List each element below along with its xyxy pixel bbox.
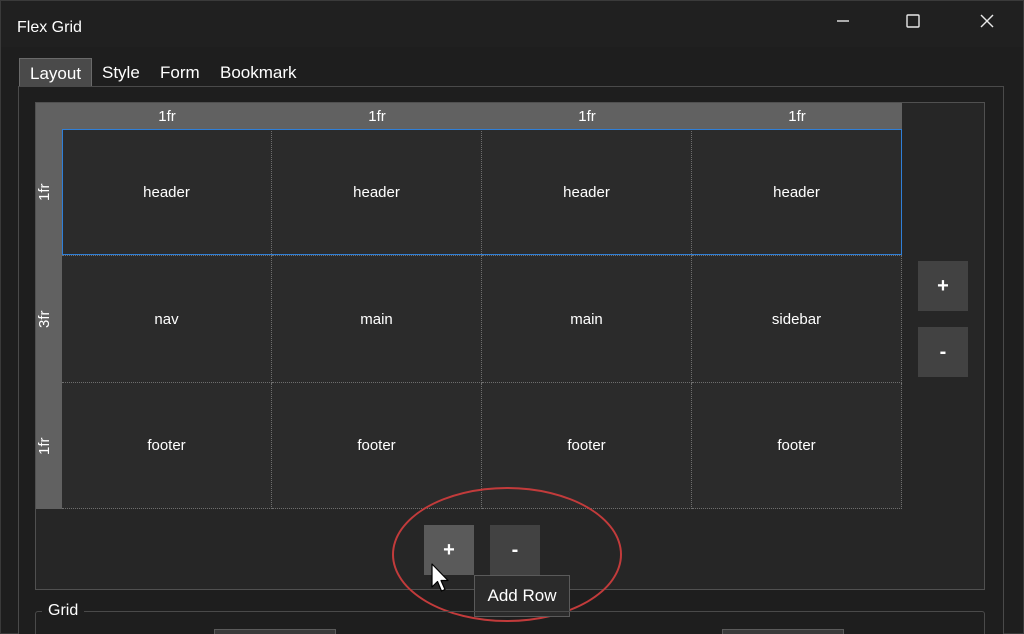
grid-setting-field[interactable] (214, 629, 336, 634)
remove-row-button[interactable]: - (490, 525, 540, 575)
remove-column-button[interactable]: - (918, 327, 968, 377)
column-size-label[interactable]: 1fr (482, 108, 692, 125)
grid-cell[interactable]: sidebar (692, 256, 902, 383)
maximize-icon (906, 14, 920, 28)
grid-cell[interactable]: footer (692, 383, 902, 509)
grid-cell[interactable]: footer (62, 383, 272, 509)
window-title: Flex Grid (17, 19, 82, 36)
tab-layout[interactable]: Layout (19, 58, 93, 88)
row-size-label[interactable]: 1fr (36, 129, 62, 255)
close-icon (980, 14, 994, 28)
mouse-cursor-icon (431, 563, 449, 592)
minimize-button[interactable] (808, 1, 878, 41)
tab-bookmark[interactable]: Bookmark (210, 58, 307, 88)
grid-cell[interactable]: nav (62, 256, 272, 383)
row-size-label[interactable]: 1fr (36, 383, 62, 509)
column-size-label[interactable]: 1fr (692, 108, 902, 125)
maximize-button[interactable] (878, 1, 948, 41)
grid-cell[interactable]: footer (482, 383, 692, 509)
grid-cell[interactable]: header (272, 129, 482, 256)
grid-cell[interactable]: main (482, 256, 692, 383)
grid-settings-legend: Grid (42, 602, 85, 620)
column-size-label[interactable]: 1fr (272, 108, 482, 125)
tab-style[interactable]: Style (92, 58, 150, 88)
grid-cell[interactable]: header (62, 129, 272, 256)
row-size-label[interactable]: 3fr (36, 256, 62, 382)
title-bar: Flex Grid (1, 1, 1023, 47)
grid-cell[interactable]: header (692, 129, 902, 256)
close-button[interactable] (952, 1, 1022, 41)
grid-cell[interactable]: header (482, 129, 692, 256)
grid-setting-field[interactable] (722, 629, 844, 634)
add-column-button[interactable]: + (918, 261, 968, 311)
grid-cell[interactable]: main (272, 256, 482, 383)
grid-cell[interactable]: footer (272, 383, 482, 509)
tab-form[interactable]: Form (150, 58, 210, 88)
column-size-label[interactable]: 1fr (62, 108, 272, 125)
minimize-icon (837, 20, 849, 22)
